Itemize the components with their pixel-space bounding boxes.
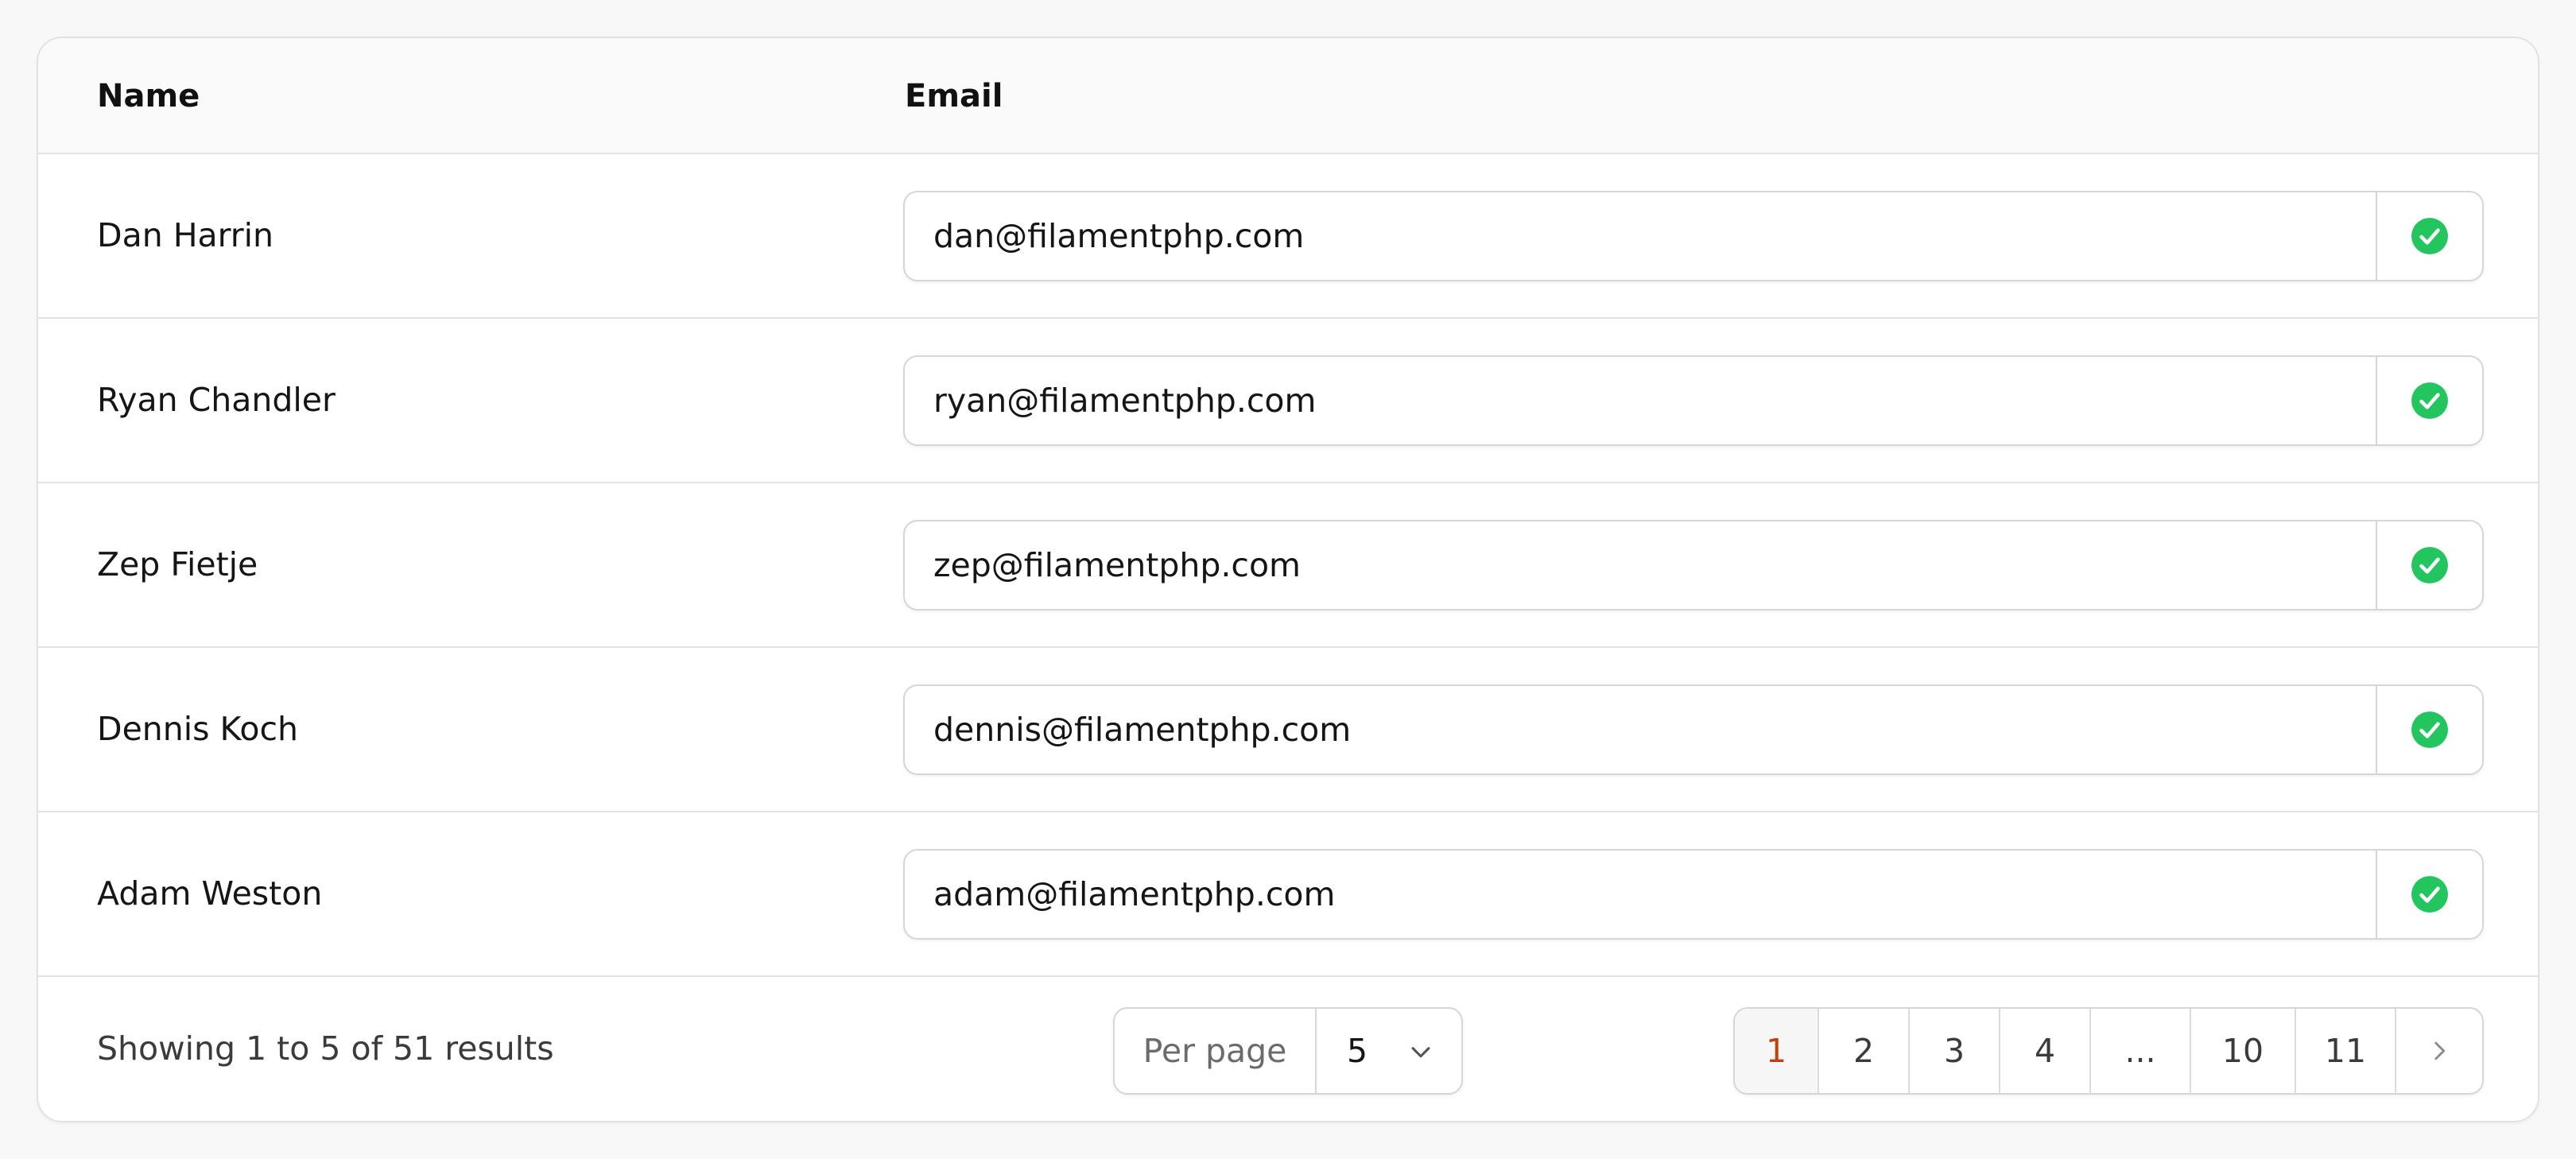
page-button-2[interactable]: 2 bbox=[1819, 1009, 1910, 1093]
email-valid-suffix bbox=[2376, 521, 2482, 609]
email-input[interactable] bbox=[905, 521, 2376, 609]
table-row: Dan Harrin bbox=[38, 154, 2538, 319]
email-field-group bbox=[903, 520, 2484, 611]
table-row: Ryan Chandler bbox=[38, 319, 2538, 483]
per-page-label: Per page bbox=[1115, 1009, 1317, 1093]
page-button-3[interactable]: 3 bbox=[1910, 1009, 2000, 1093]
page-ellipsis: ... bbox=[2091, 1009, 2191, 1093]
name-cell: Zep Fietje bbox=[97, 545, 258, 583]
chevron-right-icon bbox=[2434, 1041, 2446, 1060]
check-circle-icon bbox=[2411, 547, 2448, 583]
check-circle-icon bbox=[2411, 876, 2448, 913]
per-page-select[interactable]: 5 bbox=[1317, 1009, 1461, 1093]
name-cell: Ryan Chandler bbox=[97, 381, 336, 419]
email-valid-suffix bbox=[2376, 686, 2482, 773]
column-header-email[interactable]: Email bbox=[905, 38, 1003, 154]
users-table-card: Name Email Dan Harrin Ryan Chandler bbox=[37, 37, 2539, 1122]
table-footer: Showing 1 to 5 of 51 results Per page 5 … bbox=[38, 977, 2538, 1120]
table-row: Adam Weston bbox=[38, 812, 2538, 977]
pagination: 1 2 3 4 ... 10 11 bbox=[1733, 1007, 2484, 1095]
table-header: Name Email bbox=[38, 38, 2538, 154]
email-valid-suffix bbox=[2376, 851, 2482, 938]
email-input[interactable] bbox=[905, 686, 2376, 773]
results-summary: Showing 1 to 5 of 51 results bbox=[97, 1029, 554, 1068]
page-button-11[interactable]: 11 bbox=[2296, 1009, 2396, 1093]
name-cell: Dennis Koch bbox=[97, 710, 299, 748]
column-header-name[interactable]: Name bbox=[97, 38, 200, 154]
email-input[interactable] bbox=[905, 851, 2376, 938]
table-row: Zep Fietje bbox=[38, 483, 2538, 648]
email-valid-suffix bbox=[2376, 357, 2482, 444]
chevron-down-icon bbox=[1411, 1047, 1430, 1058]
name-cell: Adam Weston bbox=[97, 874, 323, 913]
email-valid-suffix bbox=[2376, 192, 2482, 280]
email-input[interactable] bbox=[905, 357, 2376, 444]
name-cell: Dan Harrin bbox=[97, 216, 274, 254]
page-button-1[interactable]: 1 bbox=[1735, 1009, 1819, 1093]
next-page-button[interactable] bbox=[2396, 1009, 2482, 1093]
check-circle-icon bbox=[2411, 218, 2448, 254]
page-button-4[interactable]: 4 bbox=[2000, 1009, 2091, 1093]
per-page-control: Per page 5 bbox=[1113, 1007, 1463, 1095]
email-field-group bbox=[903, 191, 2484, 281]
email-field-group bbox=[903, 684, 2484, 775]
table-row: Dennis Koch bbox=[38, 648, 2538, 812]
page-button-10[interactable]: 10 bbox=[2191, 1009, 2296, 1093]
per-page-value: 5 bbox=[1347, 1032, 1368, 1070]
email-input[interactable] bbox=[905, 192, 2376, 280]
check-circle-icon bbox=[2411, 382, 2448, 419]
email-field-group bbox=[903, 849, 2484, 940]
check-circle-icon bbox=[2411, 711, 2448, 748]
email-field-group bbox=[903, 355, 2484, 446]
